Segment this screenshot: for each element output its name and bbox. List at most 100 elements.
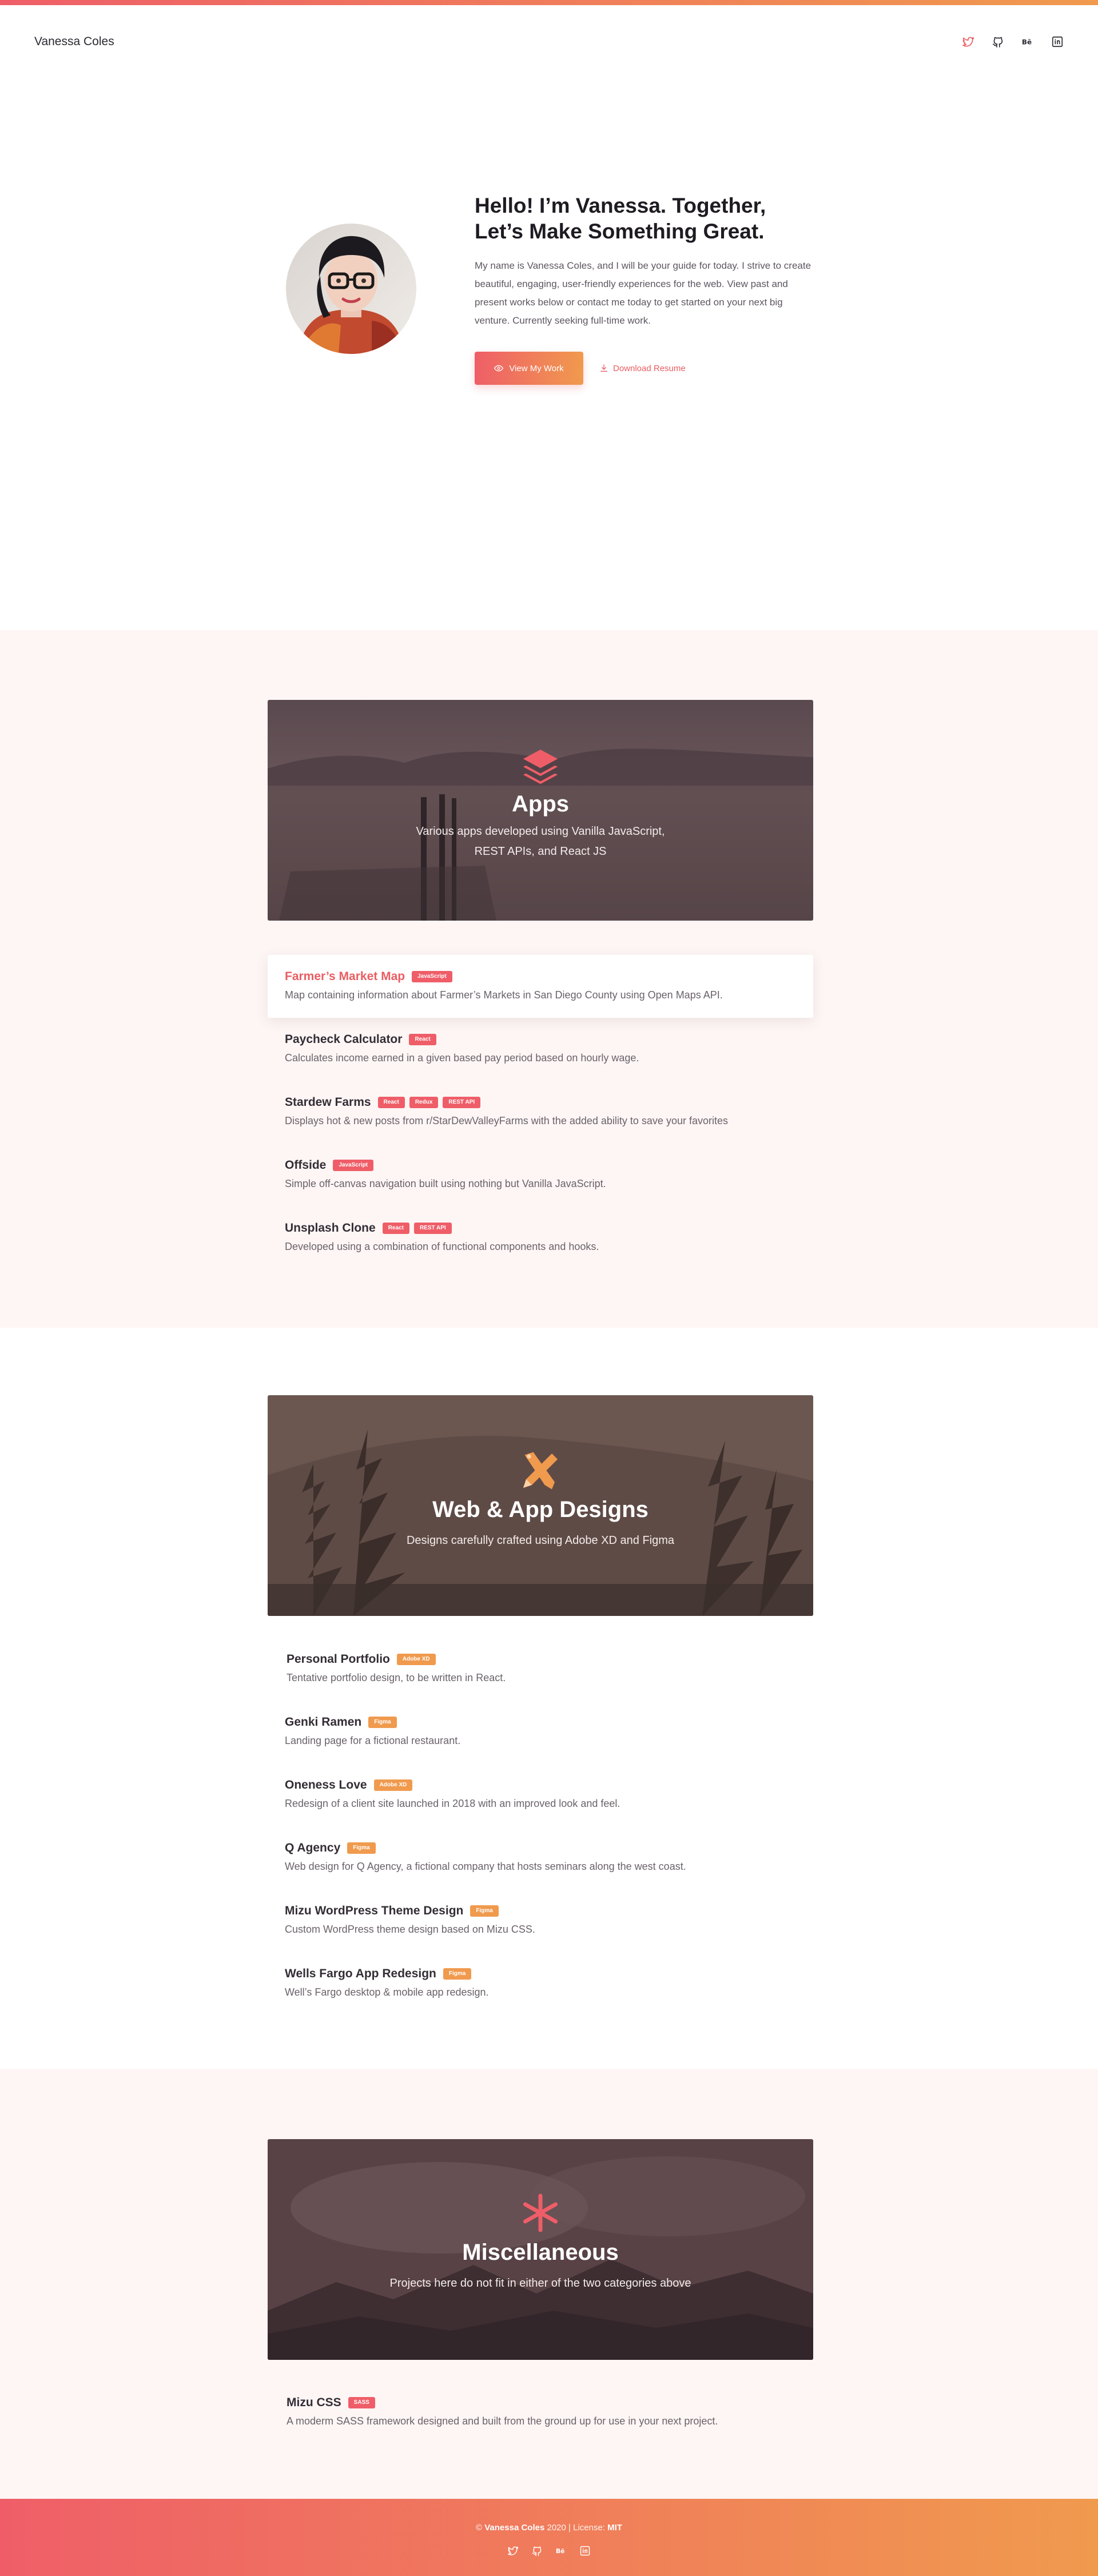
twitter-icon[interactable] [507,2545,519,2559]
twitter-icon[interactable] [962,35,974,48]
project-title[interactable]: Farmer’s Market Map [285,970,405,984]
tech-tag: React [409,1034,436,1045]
eye-icon [494,365,504,372]
project-title[interactable]: Oneness Love [285,1778,367,1792]
asterisk-icon [523,2193,558,2232]
tech-tag: REST API [443,1097,481,1108]
tech-tag: SASS [348,2397,375,2408]
brand-name[interactable]: Vanessa Coles [34,35,114,49]
download-resume-label: Download Resume [613,363,686,373]
tool-tag: Figma [368,1717,397,1728]
project-title[interactable]: Offside [285,1158,326,1172]
project-item[interactable]: Stardew Farms React Redux REST API Displ… [268,1081,813,1144]
project-item[interactable]: Q Agency Figma Web design for Q Agency, … [268,1826,813,1889]
apps-project-list: Farmer’s Market Map JavaScript Map conta… [268,955,813,1269]
design-tools-icon [523,1452,558,1490]
footer-separator: | [568,2523,571,2533]
project-item[interactable]: Wells Fargo App Redesign Figma Well’s Fa… [268,1952,813,2015]
download-icon [600,364,607,372]
project-item[interactable]: Personal Portfolio Adobe XD Tentative po… [268,1638,813,1701]
hero-section: Hello! I’m Vanessa. Together, Let’s Make… [0,78,1098,630]
apps-subtitle-line2: REST APIs, and React JS [474,845,607,858]
project-title[interactable]: Genki Ramen [285,1715,361,1729]
project-description: Map containing information about Farmer’… [285,989,723,1001]
project-description: Simple off-canvas navigation built using… [285,1178,606,1189]
project-title[interactable]: Unsplash Clone [285,1221,376,1235]
footer-author[interactable]: Vanessa Coles [484,2523,544,2533]
designs-subtitle: Designs carefully crafted using Adobe XD… [406,1534,675,1547]
footer-license-label: License: [573,2523,605,2533]
github-icon[interactable] [531,2545,543,2559]
svg-text:Bē: Bē [1022,38,1032,46]
project-item[interactable]: Offside JavaScript Simple off-canvas nav… [268,1144,813,1207]
apps-subtitle-line1: Various apps developed using Vanilla Jav… [416,825,665,838]
view-my-work-label: View My Work [509,363,564,373]
linkedin-icon[interactable] [579,2545,591,2559]
footer-license[interactable]: MIT [607,2523,622,2533]
project-title[interactable]: Personal Portfolio [287,1653,390,1666]
top-accent-bar [0,0,1098,5]
tech-tag: JavaScript [412,971,452,982]
site-header: Vanessa Coles Bē [0,5,1098,78]
tool-tag: Figma [443,1968,472,1980]
project-title[interactable]: Stardew Farms [285,1096,371,1109]
behance-icon[interactable]: Bē [555,2545,567,2559]
project-item[interactable]: Oneness Love Adobe XD Redesign of a clie… [268,1763,813,1826]
layers-icon [523,749,558,785]
project-item[interactable]: Mizu WordPress Theme Design Figma Custom… [268,1889,813,1952]
misc-subtitle: Projects here do not fit in either of th… [389,2277,691,2290]
tech-tag: React [377,1097,405,1108]
download-resume-link[interactable]: Download Resume [599,364,686,373]
project-title[interactable]: Paycheck Calculator [285,1033,402,1046]
tech-tag: REST API [413,1223,452,1234]
project-description: Tentative portfolio design, to be writte… [287,1672,506,1683]
project-item[interactable]: Genki Ramen Figma Landing page for a fic… [268,1701,813,1763]
view-my-work-button[interactable]: View My Work [475,352,583,385]
project-item[interactable]: Mizu CSS SASS A moderm SASS framework de… [268,2381,813,2444]
footer-social-links: Bē [0,2545,1098,2559]
project-title[interactable]: Mizu CSS [287,2396,341,2410]
project-item[interactable]: Unsplash Clone React REST API Developed … [268,1207,813,1269]
svg-text:Bē: Bē [556,2547,565,2555]
project-item[interactable]: Farmer’s Market Map JavaScript Map conta… [268,955,813,1018]
project-title[interactable]: Wells Fargo App Redesign [285,1967,436,1981]
project-description: Landing page for a fictional restaurant. [285,1735,461,1746]
tool-tag: Adobe XD [373,1779,413,1791]
project-description: A moderm SASS framework designed and bui… [287,2415,718,2427]
github-icon[interactable] [992,35,1004,48]
tool-tag: Figma [347,1842,376,1854]
footer-credits: © Vanessa Coles 2020 | License: MIT [0,2499,1098,2533]
linkedin-icon[interactable] [1051,35,1064,48]
hero-description: My name is Vanessa Coles, and I will be … [475,260,811,326]
tech-tag: React [382,1223,409,1234]
misc-section: Miscellaneous Projects here do not fit i… [0,2069,1098,2499]
project-description: Web design for Q Agency, a fictional com… [285,1861,686,1872]
tech-tag: Redux [409,1097,439,1108]
project-description: Custom WordPress theme design based on M… [285,1924,535,1935]
designs-project-list: Personal Portfolio Adobe XD Tentative po… [268,1638,813,2015]
project-title[interactable]: Q Agency [285,1841,340,1855]
behance-icon[interactable]: Bē [1021,35,1034,48]
tool-tag: Figma [470,1905,499,1917]
designs-banner: Web & App Designs Designs carefully craf… [268,1395,813,1616]
project-description: Developed using a combination of functio… [285,1241,599,1252]
tech-tag: JavaScript [333,1160,373,1171]
misc-banner: Miscellaneous Projects here do not fit i… [268,2139,813,2360]
avatar [286,224,416,354]
apps-section: Apps Various apps developed using Vanill… [0,630,1098,1328]
project-description: Redesign of a client site launched in 20… [285,1798,620,1809]
copyright-symbol: © [476,2523,483,2533]
apps-title: Apps [512,791,569,817]
footer-year: 2020 [547,2523,566,2533]
site-footer: © Vanessa Coles 2020 | License: MIT Bē [0,2499,1098,2576]
project-description: Displays hot & new posts from r/StarDewV… [285,1115,728,1126]
designs-title: Web & App Designs [432,1497,649,1522]
project-description: Well’s Fargo desktop & mobile app redesi… [285,1986,489,1998]
designs-section: Web & App Designs Designs carefully craf… [0,1328,1098,2069]
tool-tag: Adobe XD [396,1654,436,1665]
project-item[interactable]: Paycheck Calculator React Calculates inc… [268,1018,813,1081]
hero-title: Hello! I’m Vanessa. Together, Let’s Make… [475,194,766,243]
project-description: Calculates income earned in a given base… [285,1052,639,1064]
project-title[interactable]: Mizu WordPress Theme Design [285,1904,463,1918]
apps-banner: Apps Various apps developed using Vanill… [268,700,813,921]
